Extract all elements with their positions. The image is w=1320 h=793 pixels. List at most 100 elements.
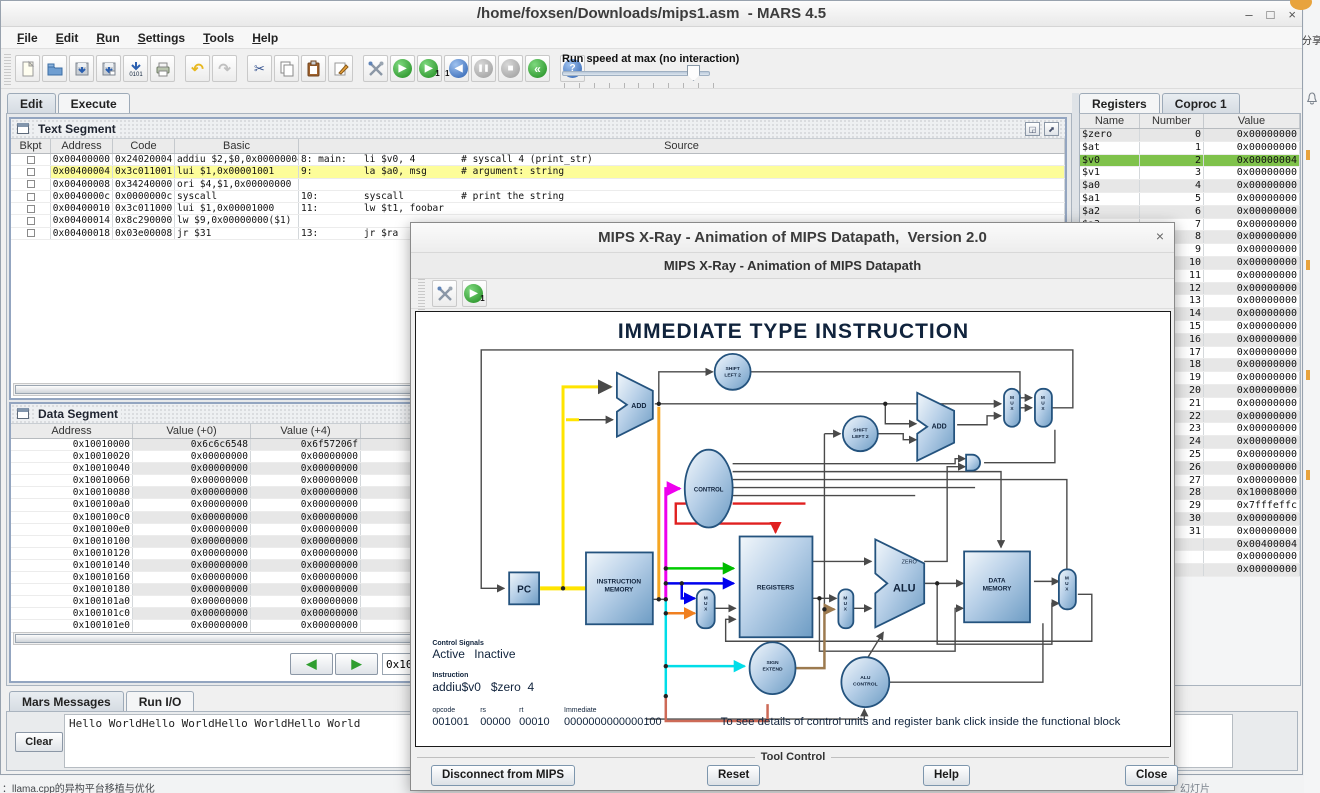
cut-button[interactable]: ✂ (247, 55, 272, 82)
reset-button-dialog[interactable]: Reset (707, 765, 760, 786)
menu-item[interactable]: Edit (48, 29, 87, 47)
clear-button[interactable]: Clear (15, 732, 63, 752)
save-as-button[interactable] (96, 55, 121, 82)
text-segment-restore-icon[interactable]: ◲ (1025, 122, 1040, 136)
backstep-button[interactable]: 1◀ (444, 55, 469, 82)
text-segment-row[interactable]: 0x0040000c 0x0000000c syscall 10: syscal… (11, 191, 1065, 203)
new-file-button[interactable] (15, 55, 40, 82)
opcode-value: 001001 (432, 716, 469, 728)
menu-item[interactable]: Settings (130, 29, 193, 47)
share-label: 分享 (1302, 32, 1320, 47)
tab-run-io[interactable]: Run I/O (126, 691, 195, 713)
close-button-dialog[interactable]: Close (1125, 765, 1178, 786)
tool-control-label: Tool Control (761, 751, 826, 763)
active-label: Active (432, 647, 465, 661)
breakpoint-checkbox[interactable] (27, 180, 35, 188)
window-title: /home/foxsen/Downloads/mips1.asm - MARS … (477, 5, 826, 22)
breakpoint-checkbox[interactable] (27, 205, 35, 213)
breakpoint-cell[interactable] (11, 166, 51, 177)
breakpoint-cell[interactable] (11, 154, 51, 165)
text-segment-row[interactable]: 0x00400004 0x3c011001 lui $1,0x00001001 … (11, 166, 1065, 178)
edit-button[interactable] (328, 55, 353, 82)
copy-button[interactable] (274, 55, 299, 82)
dialog-assemble-button[interactable] (432, 280, 457, 307)
tab-coproc1[interactable]: Coproc 1 (1162, 93, 1240, 115)
immediate-label: Immediate (564, 707, 597, 714)
toolbar-grip[interactable] (4, 53, 11, 85)
prev-memory-button[interactable]: ◀ (290, 653, 333, 675)
breakpoint-checkbox[interactable] (27, 217, 35, 225)
reset-button[interactable]: « (525, 55, 550, 82)
pause-button[interactable]: ❚❚ (471, 55, 496, 82)
window-titlebar[interactable]: /home/foxsen/Downloads/mips1.asm - MARS … (1, 1, 1302, 27)
dialog-toolbar-grip[interactable] (418, 278, 425, 310)
block-and-gate[interactable] (966, 455, 980, 471)
tab-registers[interactable]: Registers (1079, 93, 1160, 115)
undo-button[interactable]: ↶ (185, 55, 210, 82)
register-row[interactable]: $a2 6 0x00000000 (1080, 206, 1300, 219)
messages-tabs: Mars MessagesRun I/O (9, 691, 196, 713)
step-button[interactable]: ▶1 (417, 55, 442, 82)
register-row[interactable]: $v1 3 0x00000000 (1080, 167, 1300, 180)
tab-edit[interactable]: Edit (7, 93, 56, 115)
reset-icon: « (528, 59, 547, 78)
text-segment-row[interactable]: 0x00400010 0x3c011000 lui $1,0x00001000 … (11, 203, 1065, 215)
tab-mars-messages[interactable]: Mars Messages (9, 691, 124, 713)
disconnect-button[interactable]: Disconnect from MIPS (431, 765, 575, 786)
data-segment-title: Data Segment (35, 407, 121, 421)
menu-item[interactable]: File (9, 29, 46, 47)
minimize-icon[interactable]: – (1245, 7, 1252, 22)
breakpoint-cell[interactable] (11, 191, 51, 202)
stop-button[interactable]: ■ (498, 55, 523, 82)
dump-memory-button[interactable]: 0101 (123, 55, 148, 82)
breakpoint-checkbox[interactable] (27, 168, 35, 176)
breakpoint-cell[interactable] (11, 215, 51, 226)
text-segment-maximize-icon[interactable]: ⬈ (1044, 122, 1059, 136)
paste-button[interactable] (301, 55, 326, 82)
breakpoint-cell[interactable] (11, 179, 51, 190)
redo-button[interactable]: ↷ (212, 55, 237, 82)
register-row[interactable]: $a1 5 0x00000000 (1080, 193, 1300, 206)
immediate-value: 0000000000000100 (564, 716, 662, 728)
rt-value: 00010 (519, 716, 550, 728)
backstep-icon: ◀ (449, 59, 468, 78)
breakpoint-cell[interactable] (11, 228, 51, 239)
maximize-icon[interactable]: □ (1267, 7, 1275, 22)
text-segment-row[interactable]: 0x00400008 0x34240000 ori $4,$1,0x000000… (11, 179, 1065, 191)
assemble-button[interactable] (363, 55, 388, 82)
tab-execute[interactable]: Execute (58, 93, 130, 115)
register-row[interactable]: $zero 0 0x00000000 (1080, 129, 1300, 142)
data-segment-hscroll-thumb[interactable] (15, 634, 445, 643)
breakpoint-checkbox[interactable] (27, 229, 35, 237)
copy-icon (278, 60, 296, 78)
bell-icon[interactable] (1306, 92, 1318, 106)
next-memory-button[interactable]: ▶ (335, 653, 378, 675)
menu-item[interactable]: Help (244, 29, 286, 47)
breakpoint-cell[interactable] (11, 203, 51, 214)
save-button[interactable] (69, 55, 94, 82)
breakpoint-checkbox[interactable] (27, 156, 35, 164)
rs-value: 00000 (480, 716, 511, 728)
svg-text:0101: 0101 (129, 72, 143, 78)
print-button[interactable] (150, 55, 175, 82)
label-zero: ZERO (902, 559, 917, 565)
dialog-close-icon[interactable]: × (1156, 228, 1164, 244)
register-row[interactable]: $a0 4 0x00000000 (1080, 180, 1300, 193)
text-segment-row[interactable]: 0x00400000 0x24020004 addiu $2,$0,0x0000… (11, 154, 1065, 166)
text-segment-header: BkptAddress CodeBasic Source (11, 139, 1065, 154)
run-button[interactable]: ▶ (390, 55, 415, 82)
edit-icon (332, 60, 350, 78)
menu-item[interactable]: Tools (195, 29, 242, 47)
save-as-icon (100, 60, 118, 78)
open-file-button[interactable] (42, 55, 67, 82)
dialog-titlebar[interactable]: MIPS X-Ray - Animation of MIPS Datapath,… (411, 223, 1174, 253)
menu-item[interactable]: Run (88, 29, 127, 47)
breakpoint-checkbox[interactable] (27, 193, 35, 201)
help-button-dialog[interactable]: Help (923, 765, 970, 786)
text-segment-titlebar[interactable]: Text Segment ◲ ⬈ (11, 119, 1065, 139)
open-folder-icon (46, 60, 64, 78)
menu-bar: FileEditRunSettingsToolsHelp (1, 27, 1302, 49)
register-row[interactable]: $at 1 0x00000000 (1080, 142, 1300, 155)
register-row[interactable]: $v0 2 0x00000004 (1080, 155, 1300, 168)
dialog-step-button[interactable]: ▶1 (462, 280, 487, 307)
